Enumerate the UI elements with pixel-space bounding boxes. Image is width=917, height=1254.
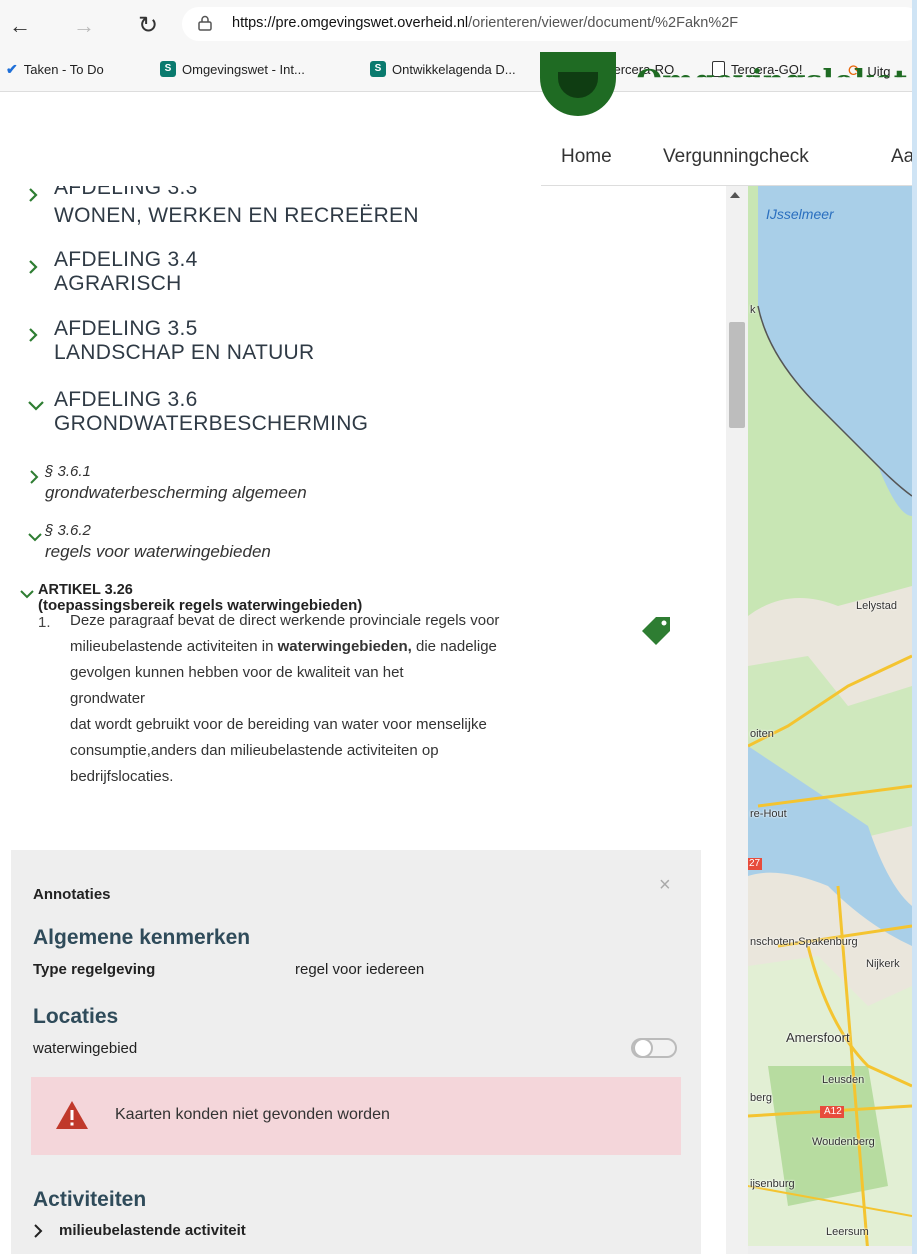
warning-icon xyxy=(56,1101,88,1129)
general-heading: Algemene kenmerken xyxy=(33,926,251,949)
alert-message: Kaarten konden niet gevonden worden xyxy=(115,1106,390,1123)
sharepoint-icon: S xyxy=(160,61,176,77)
list-item-number: 1. xyxy=(38,614,51,631)
nav-vergunningcheck[interactable]: Vergunningcheck xyxy=(663,146,809,168)
bookmark-ontwikkelagenda[interactable]: S Ontwikkelagenda D... xyxy=(370,61,516,77)
site-logo-icon[interactable] xyxy=(540,52,616,116)
type-regelgeving-label: Type regelgeving xyxy=(33,961,156,978)
annotations-panel: Annotaties × Algemene kenmerken Type reg… xyxy=(11,850,701,1254)
paragraph-number[interactable]: § 3.6.2 xyxy=(45,520,91,541)
address-bar[interactable]: https://pre.omgevingswet.overheid.nl/ori… xyxy=(182,7,917,41)
chevron-right-icon[interactable] xyxy=(28,470,40,484)
map-label: Leusden xyxy=(822,1074,865,1086)
url-text: https://pre.omgevingswet.overheid.nl/ori… xyxy=(232,15,739,31)
map-label: Lelystad xyxy=(856,600,897,612)
section-title[interactable]: AGRARISCH xyxy=(54,272,182,295)
chevron-right-icon[interactable] xyxy=(26,260,40,274)
chevron-right-icon[interactable] xyxy=(26,188,40,202)
paragraph-title[interactable]: regels voor waterwingebieden xyxy=(45,541,271,562)
map-label: oiten xyxy=(750,728,774,740)
bookmark-omgevingswet-int[interactable]: S Omgevingswet - Int... xyxy=(160,61,305,77)
map-label: IJsselmeer xyxy=(766,206,834,222)
chevron-right-icon xyxy=(34,1223,43,1238)
map-label: A12 xyxy=(824,1106,842,1117)
map-label: 27 xyxy=(749,858,761,869)
locations-heading: Locaties xyxy=(33,1005,119,1028)
bookmark-taken-todo[interactable]: ✔ Taken - To Do xyxy=(6,61,104,78)
section-title[interactable]: WONEN, WERKEN EN RECREËREN xyxy=(54,204,419,227)
map-label: Nijkerk xyxy=(866,958,900,970)
document-scrollbar[interactable] xyxy=(726,186,748,1254)
section-number[interactable]: AFDELING 3.4 xyxy=(54,248,198,271)
chevron-down-icon[interactable] xyxy=(28,398,44,412)
map-error-alert: Kaarten konden niet gevonden worden xyxy=(31,1077,681,1155)
paragraph-title[interactable]: grondwaterbescherming algemeen xyxy=(45,482,307,503)
map-label: Woudenberg xyxy=(812,1136,875,1148)
map-label: berg xyxy=(750,1092,773,1104)
map-label: nschoten-Spakenburg xyxy=(750,936,858,948)
article-body: Deze paragraaf bevat de direct werkende … xyxy=(70,612,500,785)
type-regelgeving-value: regel voor iedereen xyxy=(295,961,425,978)
scroll-up-icon[interactable] xyxy=(730,192,740,198)
chevron-down-icon[interactable] xyxy=(20,587,34,601)
sharepoint-icon: S xyxy=(370,61,386,77)
annotations-title: Annotaties xyxy=(33,886,111,903)
activities-heading: Activiteiten xyxy=(33,1188,147,1211)
map-label: ijsenburg xyxy=(750,1178,795,1190)
scroll-thumb[interactable] xyxy=(729,322,745,428)
site-navigation: Home Vergunningcheck Aa xyxy=(541,142,917,186)
section-title[interactable]: GRONDWATERBESCHERMING xyxy=(54,412,368,435)
browser-toolbar: ← → ↻ https://pre.omgevingswet.overheid.… xyxy=(0,0,917,92)
reload-icon[interactable]: ↻ xyxy=(134,12,162,40)
map-view[interactable]: IJsselmeer k Lelystad oiten re-Hout nsch… xyxy=(748,186,912,1254)
paragraph-number[interactable]: § 3.6.1 xyxy=(45,461,91,482)
lock-icon xyxy=(198,15,212,31)
map-label: re-Hout xyxy=(750,808,787,820)
section-number[interactable]: AFDELING 3.5 xyxy=(54,317,198,340)
section-number[interactable]: AFDELING 3.6 xyxy=(54,388,198,411)
chevron-right-icon[interactable] xyxy=(26,328,40,342)
document-pane: AFDELING 3.3 WONEN, WERKEN EN RECREËREN … xyxy=(0,186,720,1254)
article-number[interactable]: ARTIKEL 3.26 xyxy=(38,582,133,598)
map-canvas xyxy=(748,186,912,1254)
checkmark-icon: ✔ xyxy=(6,61,18,77)
location-toggle[interactable] xyxy=(631,1038,677,1058)
map-label: k xyxy=(750,304,756,316)
close-icon[interactable]: × xyxy=(659,874,671,897)
section-title[interactable]: LANDSCHAP EN NATUUR xyxy=(54,341,314,364)
chevron-down-icon[interactable] xyxy=(28,530,42,544)
location-label: waterwingebied xyxy=(33,1040,138,1057)
map-label: Leersum xyxy=(826,1226,869,1238)
tag-icon[interactable] xyxy=(638,615,674,645)
defined-term-link[interactable]: waterwingebieden, xyxy=(278,638,412,655)
activity-item[interactable]: milieubelastende activiteit xyxy=(33,1222,246,1239)
nav-home[interactable]: Home xyxy=(561,146,612,168)
window-edge xyxy=(912,0,917,1254)
forward-icon[interactable]: → xyxy=(70,12,98,40)
map-label: Amersfoort xyxy=(786,1030,850,1045)
section-number[interactable]: AFDELING 3.3 xyxy=(54,186,198,199)
back-icon[interactable]: ← xyxy=(6,12,34,40)
nav-aa[interactable]: Aa xyxy=(891,146,914,168)
